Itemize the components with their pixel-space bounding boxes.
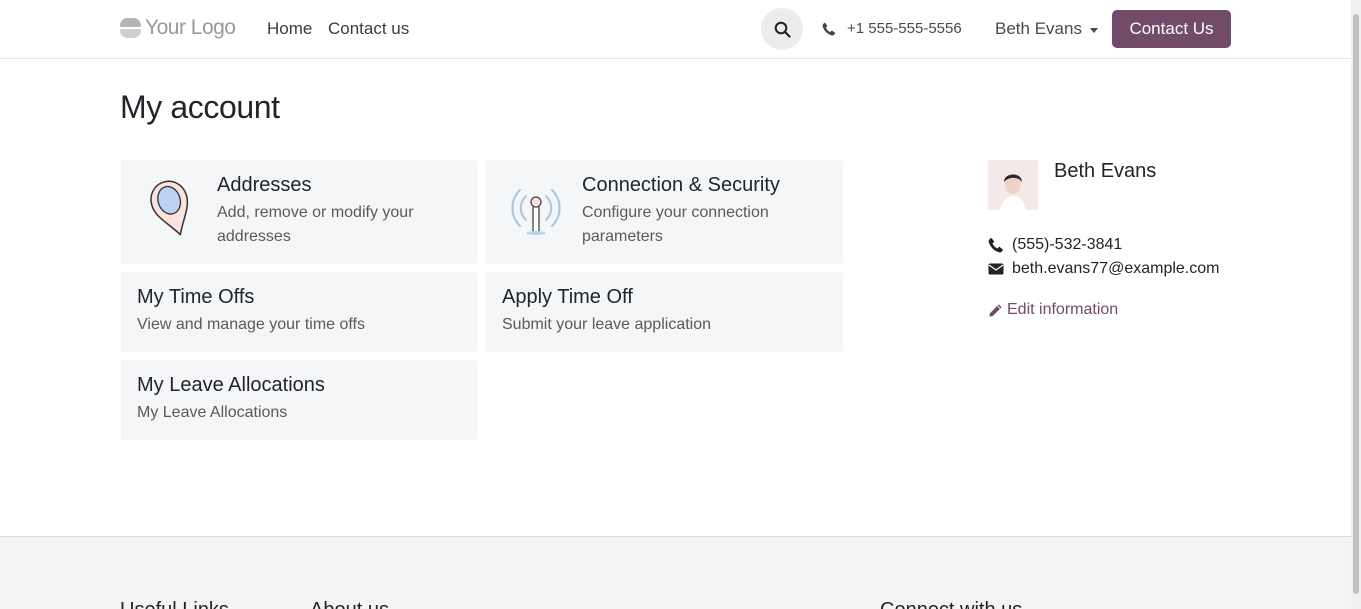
edit-information-label: Edit information <box>1007 301 1119 318</box>
logo-icon <box>120 18 141 38</box>
card-connection-security[interactable]: Connection & Security Configure your con… <box>486 160 843 264</box>
card-time-offs-desc: View and manage your time offs <box>137 316 365 333</box>
footer-heading-about-us: About us <box>310 599 389 609</box>
card-addresses-desc-line2: addresses <box>217 228 291 245</box>
nav-home[interactable]: Home <box>267 19 312 39</box>
header-phone-number: +1 555-555-5556 <box>847 20 962 37</box>
site-header: Your Logo Home Contact us +1 555-555-555… <box>0 0 1351 59</box>
card-leave-allocations[interactable]: My Leave Allocations My Leave Allocation… <box>121 360 478 440</box>
pencil-icon <box>989 303 1002 317</box>
profile-phone: (555)-532-3841 <box>988 236 1122 254</box>
card-time-offs-title: My Time Offs <box>137 286 255 308</box>
envelope-icon <box>988 263 1004 275</box>
header-phone[interactable]: +1 555-555-5556 <box>822 20 962 37</box>
contact-us-button[interactable]: Contact Us <box>1112 10 1231 48</box>
logo[interactable]: Your Logo <box>120 16 236 40</box>
card-connection-desc-line2: parameters <box>582 228 663 245</box>
user-menu-dropdown[interactable]: Beth Evans <box>995 19 1098 39</box>
profile-email-address: beth.evans77@example.com <box>1012 260 1220 277</box>
avatar <box>988 160 1038 210</box>
card-apply-time-off[interactable]: Apply Time Off Submit your leave applica… <box>486 272 843 352</box>
profile-phone-number: (555)-532-3841 <box>1012 236 1123 253</box>
card-my-time-offs[interactable]: My Time Offs View and manage your time o… <box>121 272 478 352</box>
phone-icon <box>988 237 1003 253</box>
nav-contact-us[interactable]: Contact us <box>328 19 409 39</box>
card-apply-desc: Submit your leave application <box>502 316 712 333</box>
profile-email: beth.evans77@example.com <box>988 260 1219 278</box>
profile-name: Beth Evans <box>1054 160 1157 182</box>
card-connection-desc-line1: Configure your connection <box>582 204 769 221</box>
logo-text: Your Logo <box>145 16 236 39</box>
map-pin-icon <box>150 180 189 236</box>
edit-information-link[interactable]: Edit information <box>988 301 1118 319</box>
site-footer: Useful Links About us Connect with us <box>0 536 1351 609</box>
antenna-icon <box>511 188 561 235</box>
page-scrollbar[interactable] <box>1351 0 1361 609</box>
phone-icon <box>822 22 836 36</box>
search-button[interactable] <box>761 8 803 50</box>
caret-down-icon <box>1089 27 1098 33</box>
card-allocations-desc: My Leave Allocations <box>137 404 288 421</box>
footer-heading-useful-links: Useful Links <box>120 599 229 609</box>
footer-heading-connect: Connect with us <box>880 599 1022 609</box>
card-connection-title: Connection & Security <box>582 174 780 196</box>
avatar-image <box>988 160 1038 210</box>
card-addresses[interactable]: Addresses Add, remove or modify your add… <box>121 160 478 264</box>
search-icon <box>774 21 791 38</box>
card-allocations-title: My Leave Allocations <box>137 374 325 396</box>
card-addresses-title: Addresses <box>217 174 312 196</box>
card-apply-title: Apply Time Off <box>502 286 633 308</box>
user-menu-name: Beth Evans <box>995 19 1082 38</box>
scrollbar-thumb[interactable] <box>1353 14 1359 594</box>
page-title: My account <box>120 89 280 125</box>
card-addresses-desc-line1: Add, remove or modify your <box>217 204 414 221</box>
